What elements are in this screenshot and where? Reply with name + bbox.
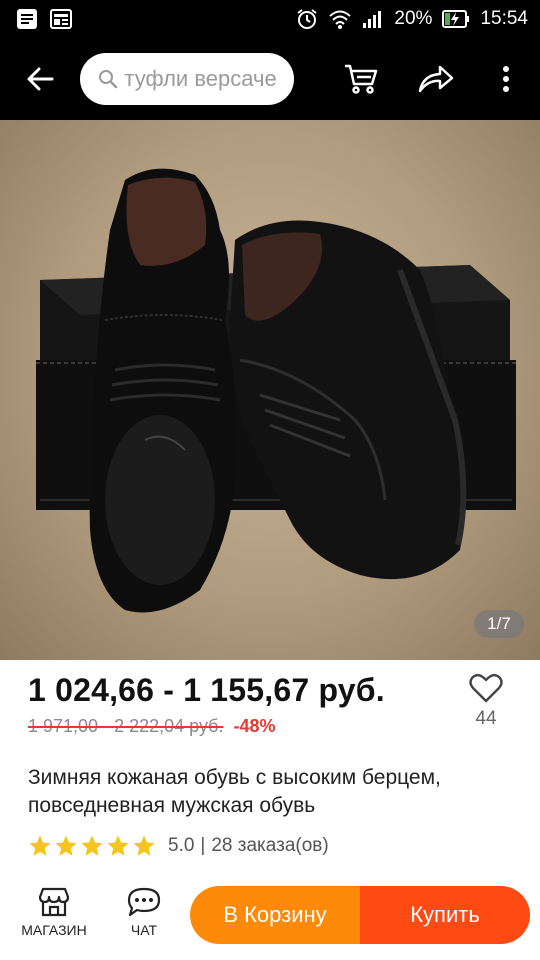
old-price-row: 1 971,00 - 2 222,04 руб. -48% (28, 716, 275, 737)
news-icon (50, 8, 72, 30)
store-button[interactable]: МАГАЗИН (14, 886, 94, 938)
image-pager: 1/7 (474, 610, 524, 638)
battery-charging-icon (442, 9, 470, 29)
wishlist-button[interactable]: 44 (462, 672, 510, 730)
heart-icon (469, 673, 503, 703)
discount-badge: -48% (233, 716, 276, 736)
wifi-icon (328, 8, 352, 30)
rating-row[interactable]: 5.0 | 28 заказа(ов) (28, 834, 329, 858)
share-icon (418, 65, 453, 93)
buy-now-button[interactable]: Купить (360, 886, 530, 944)
orders-count: 28 заказа(ов) (211, 835, 329, 856)
cart-button[interactable] (324, 38, 399, 120)
status-bar: 20% 15:54 (0, 0, 540, 38)
chat-icon (127, 887, 161, 917)
chat-button[interactable]: ЧАТ (104, 886, 184, 938)
star-icon (29, 835, 51, 856)
search-icon (98, 69, 118, 89)
signal-icon (362, 9, 384, 29)
product-image-gallery[interactable]: 1/7 (0, 120, 540, 660)
add-to-cart-button[interactable]: В Корзину (190, 886, 360, 944)
more-options-button[interactable] (473, 38, 540, 120)
alarm-icon (296, 8, 318, 30)
clock: 15:54 (480, 8, 528, 29)
rating-value: 5.0 (168, 835, 195, 856)
search-text: туфли версаче (124, 66, 277, 91)
star-icon (55, 835, 77, 856)
app-bar: туфли версаче (0, 38, 540, 120)
back-button[interactable] (0, 38, 80, 120)
star-icon (81, 835, 103, 856)
more-vertical-icon (503, 66, 510, 92)
bottom-action-bar: МАГАЗИН ЧАТ В Корзину Купить (0, 880, 540, 960)
rating-stars (28, 834, 156, 858)
back-arrow-icon (27, 67, 54, 91)
product-photo (36, 168, 516, 613)
wishlist-count: 44 (475, 708, 497, 729)
chat-label: ЧАТ (130, 922, 158, 938)
separator: | (200, 835, 206, 856)
star-icon (107, 835, 129, 856)
star-icon (133, 835, 155, 856)
cart-icon (345, 64, 378, 94)
battery-percent: 20% (394, 8, 433, 29)
search-input[interactable]: туфли версаче (80, 53, 294, 105)
share-button[interactable] (398, 38, 473, 120)
notification-icon (16, 8, 38, 30)
store-label: МАГАЗИН (21, 922, 87, 938)
old-price: 1 971,00 - 2 222,04 руб. (28, 716, 224, 736)
store-icon (38, 887, 70, 917)
product-title: Зимняя кожаная обувь с высоким берцем, п… (28, 766, 441, 817)
price: 1 024,66 - 1 155,67 руб. (28, 672, 385, 708)
